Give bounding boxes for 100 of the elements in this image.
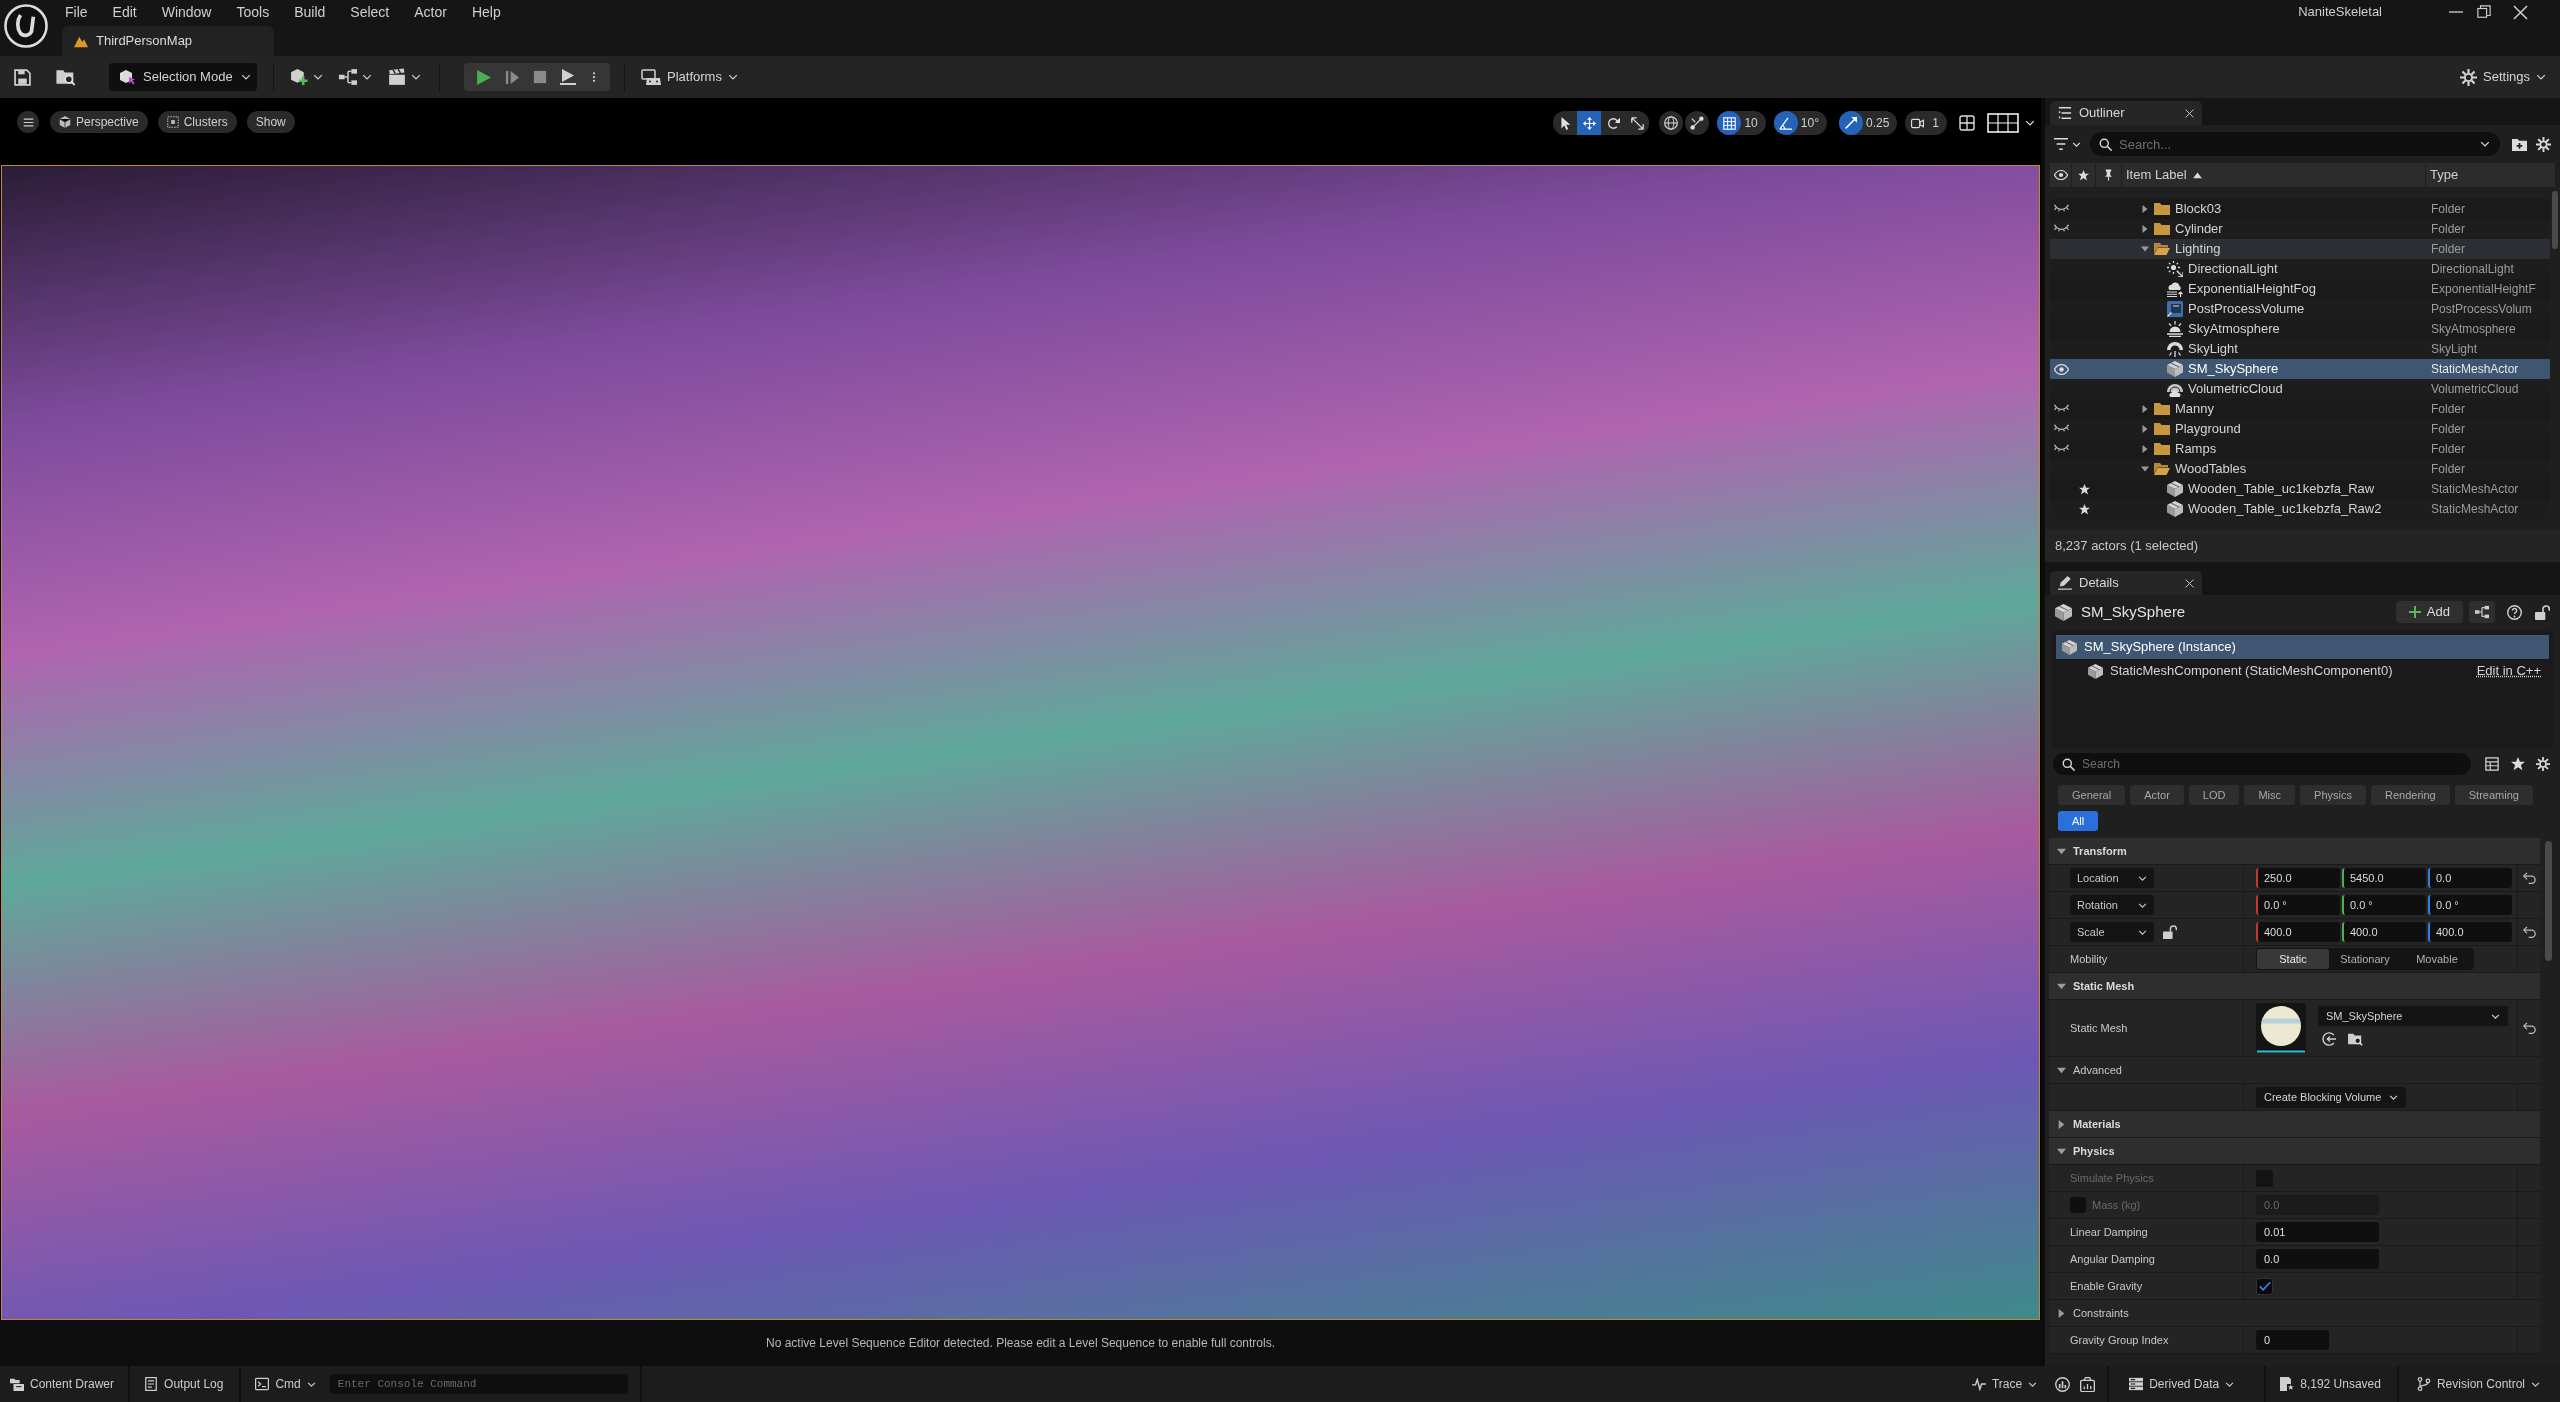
star-icon[interactable] (2078, 483, 2090, 495)
eye-icon[interactable] (2053, 361, 2069, 377)
view-mode-button[interactable]: Perspective (50, 111, 148, 133)
section-header[interactable]: Transform (2049, 838, 2540, 865)
play-icon[interactable] (475, 68, 492, 86)
snap-toggle-button[interactable] (1773, 111, 1798, 135)
outliner-row[interactable]: Ramps Folder (2050, 439, 2550, 459)
disclosure-arrow-icon[interactable] (2141, 425, 2149, 433)
outliner-row[interactable]: Wooden_Table_uc1kebzfa_Raw StaticMeshActor (2050, 479, 2550, 499)
disclosure-arrow-icon[interactable] (2141, 405, 2149, 413)
outliner-row[interactable]: Lighting Folder (2050, 239, 2550, 259)
clapperboard-icon[interactable] (388, 68, 406, 86)
filter-button[interactable]: Physics (2300, 785, 2366, 805)
section-header[interactable]: Static Mesh (2049, 973, 2540, 1000)
help-icon[interactable] (2507, 604, 2522, 620)
caret-icon[interactable] (2025, 118, 2035, 128)
transform-mode-dropdown[interactable]: Location (2070, 868, 2154, 888)
scrollbar-thumb[interactable] (2545, 841, 2552, 961)
number-field[interactable]: 400.0 (2256, 922, 2340, 942)
app-logo-icon[interactable] (4, 4, 48, 48)
reset-arrow-icon[interactable] (2522, 1021, 2536, 1035)
snap-value[interactable]: 1 (1929, 114, 1947, 132)
transform-mode-dropdown[interactable]: Rotation (2070, 895, 2154, 915)
save-icon[interactable] (14, 68, 31, 86)
visualization-button[interactable]: Clusters (157, 111, 237, 133)
node-graph-icon[interactable] (339, 68, 357, 86)
settings-icon[interactable] (2536, 136, 2551, 152)
surface-snap-button[interactable] (1685, 111, 1710, 135)
filter-button[interactable]: Actor (2130, 785, 2184, 805)
caret-icon[interactable] (362, 72, 372, 82)
node-graph-button[interactable] (2469, 601, 2495, 623)
filter-button[interactable]: All (2058, 811, 2099, 831)
unlocked-icon[interactable] (2163, 925, 2177, 939)
restore-icon[interactable] (2477, 5, 2491, 19)
outliner-row[interactable]: ExponentialHeightFog ExponentialHeightF (2050, 279, 2550, 299)
search-field[interactable]: Search... (2090, 132, 2500, 156)
number-field[interactable]: 0.0 (2428, 868, 2512, 888)
settings-icon[interactable] (2536, 757, 2550, 771)
derived-data-button[interactable]: Derived Data (2123, 1370, 2241, 1398)
output-log-button[interactable]: Output Log (138, 1370, 230, 1398)
trace-button[interactable]: Trace (1965, 1370, 2044, 1398)
segment-button[interactable]: Static (2257, 949, 2329, 969)
group-header[interactable]: Constraints (2049, 1300, 2540, 1327)
unsaved-button[interactable]: 8,192 Unsaved (2274, 1370, 2387, 1398)
sphere-thumbnail[interactable] (2256, 1003, 2306, 1053)
disclosure-arrow-icon[interactable] (2141, 445, 2149, 453)
panel-tab[interactable]: Details (2050, 571, 2202, 595)
command-button[interactable]: Cmd (249, 1370, 322, 1398)
section-header[interactable]: Physics (2049, 1138, 2540, 1165)
number-field[interactable]: 0.0 (2256, 1249, 2379, 1269)
star-icon[interactable] (2511, 757, 2525, 771)
level-tab[interactable]: ThirdPersonMap (62, 26, 274, 56)
filter-button[interactable]: General (2058, 785, 2126, 805)
stop-icon[interactable] (533, 70, 547, 84)
filter-button[interactable]: Rendering (2370, 785, 2450, 805)
outliner-row[interactable]: Manny Folder (2050, 399, 2550, 419)
disclosure-arrow-icon[interactable] (2141, 205, 2149, 213)
cube-plus-icon[interactable] (290, 68, 308, 86)
quad-grid-icon[interactable] (1959, 115, 1975, 131)
play-bar-icon[interactable] (560, 69, 576, 85)
number-field[interactable]: 0 (2256, 1330, 2329, 1350)
viewport-menu-button[interactable] (17, 111, 39, 133)
camera-chart-icon[interactable] (2080, 1376, 2096, 1392)
number-field[interactable]: 0.0 ° (2428, 895, 2512, 915)
dropdown-button[interactable]: Create Blocking Volume (2256, 1086, 2407, 1108)
component-row[interactable]: SM_SkySphere (Instance) (2056, 635, 2549, 659)
close-icon[interactable] (2185, 578, 2194, 588)
filter-button[interactable]: Misc (2244, 785, 2296, 805)
snap-value[interactable]: 10° (1797, 114, 1827, 132)
disclosure-arrow-icon[interactable] (2141, 245, 2149, 253)
close-icon[interactable] (2185, 108, 2194, 118)
menu-item[interactable]: Tools (236, 1, 270, 23)
revision-control-button[interactable]: Revision Control (2410, 1370, 2546, 1398)
menu-item[interactable]: Edit (112, 1, 137, 23)
transform-mode-dropdown[interactable]: Scale (2070, 922, 2154, 942)
column-header-cell[interactable]: Type (2426, 163, 2555, 187)
platforms-button[interactable]: Platforms (641, 63, 738, 91)
menu-item[interactable]: Window (161, 1, 212, 23)
show-menu-button[interactable]: Show (246, 111, 295, 133)
folder-plus-icon[interactable] (2512, 136, 2527, 152)
menu-item[interactable]: Build (294, 1, 326, 23)
add-component-button[interactable]: Add (2395, 601, 2463, 623)
close-icon[interactable] (2513, 4, 2528, 20)
menu-item[interactable]: Actor (414, 1, 447, 23)
selection-mode-dropdown[interactable]: Selection Mode (109, 63, 257, 91)
outliner-row[interactable]: SM_SkySphere StaticMeshActor (2050, 359, 2550, 379)
reset-arrow-icon[interactable] (2522, 925, 2536, 939)
menu-item[interactable]: Select (350, 1, 390, 23)
menu-item[interactable]: File (65, 1, 88, 23)
chart-circle-icon[interactable] (2055, 1376, 2071, 1392)
star-icon[interactable] (2078, 503, 2090, 515)
folder-search-icon[interactable] (2348, 1032, 2363, 1046)
folder-search-icon[interactable] (56, 68, 76, 86)
number-field[interactable]: 400.0 (2428, 922, 2512, 942)
reset-arrow-icon[interactable] (2522, 871, 2536, 885)
snap-toggle-button[interactable] (1838, 111, 1863, 135)
source-link[interactable]: Edit in C++ (2476, 661, 2541, 681)
snap-value[interactable]: 10 (1741, 114, 1766, 132)
table-icon[interactable] (2485, 757, 2499, 771)
number-field[interactable]: 0.0 ° (2256, 895, 2340, 915)
